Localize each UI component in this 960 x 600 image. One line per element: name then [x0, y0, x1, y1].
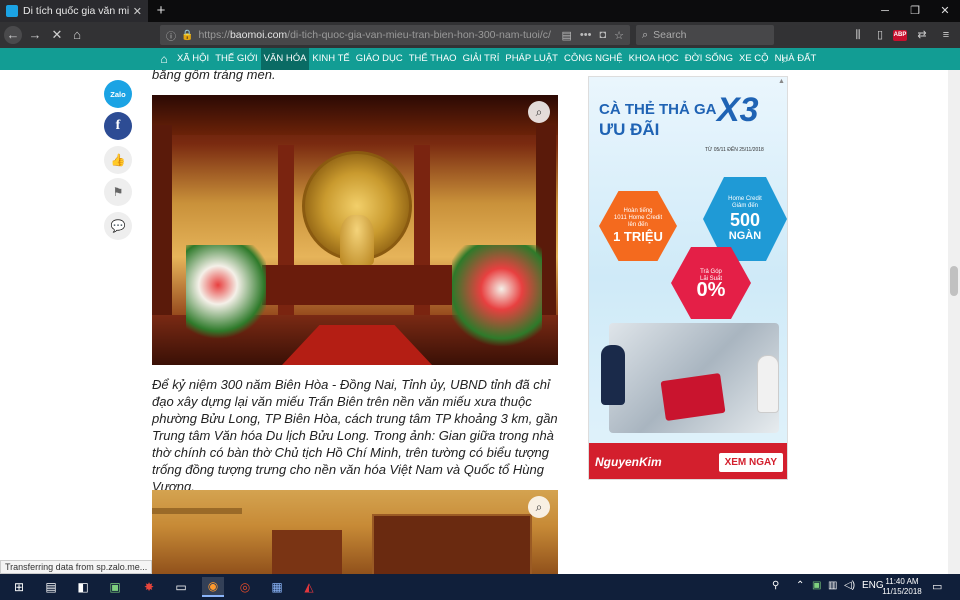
clock[interactable]: 11:40 AM 11/15/2018: [880, 577, 924, 597]
category-list: XÃ HỘI THẾ GIỚI VĂN HÓA KINH TẾ GIÁO DỤC THỂ …: [174, 48, 819, 70]
ad-dates: TỪ 05/11 ĐẾN 25/11/2018: [705, 147, 764, 153]
app-icon[interactable]: ✸: [138, 577, 160, 597]
category-link[interactable]: GIÁO DỤC: [353, 48, 406, 70]
windows-taskbar: ⊞ ▤ ◧ ▣ ✸ ▭ ◉ ◎ ▦ ◭ ⚲ ⌃ ▣ ▥ ◁) ENG 11:40…: [0, 574, 960, 600]
site-search-icon[interactable]: ⌕: [782, 51, 798, 67]
search-box[interactable]: ⌕: [636, 25, 774, 45]
file-explorer-icon[interactable]: ▤: [40, 577, 62, 597]
category-link[interactable]: KHOA HỌC: [626, 48, 682, 70]
tray-app-icon[interactable]: ▣: [812, 580, 821, 591]
url-bar[interactable]: ⓘ 🔒 https://baomoi.com/di-tich-quoc-gia-…: [160, 25, 630, 45]
page-content: Zalo f 👍 ⚑ 💬 bằng gốm tráng men. ⌕ Để kỷ…: [0, 70, 960, 574]
app-icon[interactable]: ◎: [234, 577, 256, 597]
browser-tab-strip: Di tích quốc gia văn miếu Trấn ✕ + ─ ❐ ✕: [0, 0, 960, 22]
category-link[interactable]: VĂN HÓA: [260, 48, 310, 70]
status-bar: Transferring data from sp.zalo.me...: [0, 560, 153, 574]
excel-icon[interactable]: ▣: [104, 577, 126, 597]
browser-navigation-bar: ← → ✕ ⌂ ⓘ 🔒 https://baomoi.com/di-tich-q…: [0, 22, 960, 48]
zoom-icon[interactable]: ⌕: [528, 496, 550, 518]
site-category-nav: ⌂ XÃ HỘI THẾ GIỚI VĂN HÓA KINH TẾ GIÁO DỤC TH…: [0, 48, 960, 70]
ad-person-image: [601, 345, 625, 405]
menu-icon[interactable]: ≡: [938, 28, 954, 42]
category-link[interactable]: THỂ THAO: [406, 48, 460, 70]
ad-footer: NguyenKim XEM NGAY: [589, 443, 787, 479]
article-photo-altar[interactable]: ⌕: [152, 95, 558, 365]
forward-arrow-icon[interactable]: →: [26, 26, 44, 44]
people-icon[interactable]: ⚲: [772, 580, 779, 591]
search-input[interactable]: [653, 29, 754, 41]
search-icon: ⌕: [642, 28, 649, 41]
zalo-share-button[interactable]: Zalo: [104, 80, 132, 108]
page-actions-icon[interactable]: •••: [580, 29, 592, 41]
app-icon[interactable]: ▭: [170, 577, 192, 597]
info-icon[interactable]: ⓘ: [166, 28, 176, 43]
new-tab-button[interactable]: +: [152, 2, 170, 20]
advertisement-banner[interactable]: CÀ THẺ THẢ GA ƯU ĐÃI X3 TỪ 05/11 ĐẾN 25/…: [588, 76, 788, 480]
category-link[interactable]: XE CỘ: [736, 48, 772, 70]
previous-caption-tail: bằng gốm tráng men.: [152, 70, 276, 82]
home-icon[interactable]: ⌂: [68, 26, 86, 44]
pocket-icon[interactable]: ◘: [599, 29, 606, 41]
like-icon[interactable]: 👍: [104, 146, 132, 174]
category-link[interactable]: XÃ HỘI: [174, 48, 212, 70]
bookmark-icon[interactable]: ⚑: [104, 178, 132, 206]
bookmark-star-icon[interactable]: ☆: [614, 29, 624, 42]
page-scrollbar[interactable]: [948, 70, 960, 574]
volume-icon[interactable]: ◁): [844, 580, 855, 591]
sidebar-icon[interactable]: ▯: [872, 28, 888, 42]
back-arrow-icon[interactable]: ←: [4, 26, 22, 44]
pdf-reader-icon[interactable]: ◭: [298, 577, 320, 597]
ad-brand-logo: NguyenKim: [595, 455, 662, 469]
site-home-icon[interactable]: ⌂: [156, 51, 172, 67]
stop-loading-icon[interactable]: ✕: [48, 26, 66, 44]
start-windows-icon[interactable]: ⊞: [8, 577, 30, 597]
tab-close-icon[interactable]: ✕: [133, 5, 142, 18]
notification-icon[interactable]: ▭: [932, 580, 942, 593]
facebook-share-button[interactable]: f: [104, 112, 132, 140]
minimize-button[interactable]: ─: [870, 0, 900, 22]
extension-icon[interactable]: ⇄: [914, 28, 930, 42]
app-icon[interactable]: ◧: [72, 577, 94, 597]
ad-offer-cashback: Hoàn tiếng 1011 Home Credit lên đến 1 TR…: [599, 191, 677, 261]
ad-choices-icon[interactable]: ▲: [778, 78, 786, 86]
photo-caption: Để kỷ niệm 300 năm Biên Hòa - Đồng Nai, …: [152, 377, 558, 494]
ad-cta-button[interactable]: XEM NGAY: [718, 452, 783, 472]
category-link[interactable]: CÔNG NGHỆ: [561, 48, 626, 70]
tab-title: Di tích quốc gia văn miếu Trấn: [23, 5, 129, 17]
firefox-icon[interactable]: ◉: [202, 577, 224, 597]
reader-view-icon[interactable]: ▤: [562, 29, 572, 42]
maximize-button[interactable]: ❐: [900, 0, 930, 22]
zoom-icon[interactable]: ⌕: [528, 101, 550, 123]
category-link[interactable]: GIẢI TRÍ: [460, 48, 503, 70]
category-link[interactable]: PHÁP LUẬT: [502, 48, 561, 70]
article-photo-interior[interactable]: ⌕: [152, 490, 558, 574]
site-favicon-icon: [6, 5, 18, 17]
ad-multiplier: X3: [717, 91, 759, 129]
category-link[interactable]: THẾ GIỚI: [212, 48, 260, 70]
scrollbar-thumb[interactable]: [950, 266, 958, 296]
network-icon[interactable]: ▥: [828, 580, 837, 591]
word-icon[interactable]: ▦: [266, 577, 288, 597]
screen: Di tích quốc gia văn miếu Trấn ✕ + ─ ❐ ✕…: [0, 0, 960, 600]
browser-tab[interactable]: Di tích quốc gia văn miếu Trấn ✕: [0, 0, 148, 22]
category-link[interactable]: ĐỜI SỐNG: [682, 48, 736, 70]
tray-chevron-icon[interactable]: ⌃: [796, 580, 804, 591]
category-link[interactable]: KINH TẾ: [309, 48, 352, 70]
library-icon[interactable]: ⫼: [850, 28, 866, 42]
url-text[interactable]: https://baomoi.com/di-tich-quoc-gia-van-…: [198, 29, 553, 41]
window-close-button[interactable]: ✕: [930, 0, 960, 22]
bust-statue-image: [340, 215, 374, 265]
ad-credit-card-image: [660, 373, 726, 421]
lock-icon[interactable]: 🔒: [181, 30, 193, 41]
ad-person-image: [757, 355, 779, 413]
comment-icon[interactable]: 💬: [104, 212, 132, 240]
adblock-icon[interactable]: ABP: [893, 30, 907, 41]
